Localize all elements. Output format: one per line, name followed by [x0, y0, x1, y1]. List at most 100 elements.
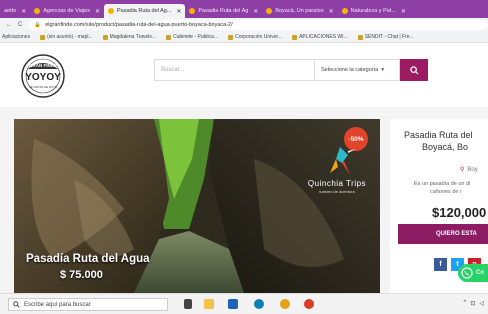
buy-button[interactable]: QUIERO ESTA — [398, 224, 488, 244]
taskbar-search-placeholder: Escribe aquí para buscar — [24, 301, 91, 308]
tab-label: aetto — [4, 8, 17, 14]
image-caption-title: Pasadía Ruta del Agua — [26, 253, 150, 265]
bookmark-item[interactable]: APLICACIONES WI... — [292, 34, 348, 40]
favicon-icon — [107, 8, 114, 14]
whatsapp-icon — [461, 267, 473, 279]
close-tab-icon[interactable]: ✕ — [253, 8, 258, 15]
task-view-icon[interactable] — [184, 299, 192, 309]
search-placeholder: Buscar... — [161, 67, 185, 73]
bookmark-item[interactable]: Cabinete - Publica... — [166, 34, 218, 40]
file-explorer-icon[interactable] — [204, 299, 214, 309]
close-tab-icon[interactable]: ✕ — [21, 8, 26, 15]
chevron-down-icon: ▾ — [381, 67, 384, 73]
tab-label: Naturaleza y Pat... — [350, 8, 396, 14]
product-location: ⚲ Boy — [460, 166, 478, 174]
search-icon — [409, 65, 419, 75]
whatsapp-button[interactable]: Co — [458, 264, 488, 282]
whatsapp-label: Co — [476, 270, 484, 276]
product-title-line2: Boyacá, Bo — [422, 142, 469, 152]
browser-tab[interactable]: Pasadia Ruta del Ag ✕ — [185, 4, 262, 18]
bookmark-icon — [228, 34, 234, 40]
product-image[interactable]: -50% Quinchia Trips turismo de aventura … — [14, 119, 380, 293]
tab-label: Agencias de Viajes — [43, 8, 90, 14]
system-tray: ^ ⊡ ◁ — [464, 300, 484, 307]
taskbar-search-input[interactable]: Escribe aquí para buscar — [8, 298, 168, 311]
browser-tab[interactable]: Naturaleza y Pat... ✕ — [338, 4, 410, 18]
url-text: elgranfinde.com/site/product/pasadia-rut… — [45, 22, 233, 28]
favicon-icon — [266, 8, 273, 14]
search-input[interactable]: Buscar... — [154, 59, 314, 81]
lock-icon: 🔒 — [34, 22, 42, 28]
search-icon — [13, 301, 20, 308]
reload-icon[interactable]: C — [18, 22, 22, 28]
brand-tagline: turismo de aventura — [319, 189, 355, 194]
chevron-up-icon[interactable]: ^ — [464, 300, 467, 307]
brand-watermark: Quinchia Trips turismo de aventura — [302, 139, 372, 197]
product-title: Pasadia Ruta del Boyacá, Bo — [404, 129, 488, 153]
browser-tab-active[interactable]: Pasadia Ruta del Ag... ✕ — [103, 4, 186, 18]
bookmark-item[interactable]: (sin asunto) - mapl... — [40, 34, 93, 40]
location-pin-icon: ⚲ — [460, 167, 465, 173]
hummingbird-icon — [330, 147, 356, 175]
edge-icon[interactable] — [254, 299, 264, 309]
website-viewport: GRAN FINDE YOYOY SÉ PARTE DE ESTO Buscar… — [0, 43, 488, 293]
tab-label: Pasadia Ruta del Ag — [198, 8, 249, 14]
bookmark-label: Corporación Univer... — [235, 34, 283, 40]
volume-icon[interactable]: ◁ — [479, 300, 484, 307]
browser-tab[interactable]: aetto ✕ — [0, 4, 30, 18]
bookmark-item[interactable]: Magdalena Travels... — [102, 34, 157, 40]
product-title-line1: Pasadia Ruta del — [404, 130, 473, 140]
brand-name: Quinchia Trips — [307, 179, 367, 188]
bookmark-icon — [292, 34, 298, 40]
category-label: Seleccione la categoría — [321, 67, 379, 73]
network-icon[interactable]: ⊡ — [470, 300, 475, 307]
logo-text-main: YOYOY — [25, 72, 61, 83]
close-tab-icon[interactable]: ✕ — [401, 8, 406, 15]
bookmark-label: Cabinete - Publica... — [173, 34, 219, 40]
product-description: Es un pasadía de un dí cañones de r — [414, 180, 488, 196]
search-bar: Buscar... Seleccione la categoría ▾ — [154, 59, 428, 81]
site-logo[interactable]: GRAN FINDE YOYOY SÉ PARTE DE ESTO — [18, 53, 68, 99]
category-select[interactable]: Seleccione la categoría ▾ — [314, 59, 400, 81]
search-button[interactable] — [400, 59, 428, 81]
description-line2: cañones de r — [430, 189, 462, 195]
favicon-icon — [341, 8, 348, 14]
mail-icon[interactable] — [228, 299, 238, 309]
close-tab-icon[interactable]: ✕ — [95, 8, 100, 15]
bookmark-label: (sin asunto) - mapl... — [47, 34, 93, 40]
bookmark-label: Magdalena Travels... — [109, 34, 157, 40]
browser-tabbar: aetto ✕ Agencias de Viajes ✕ Pasadia Ruta … — [0, 0, 488, 18]
bookmark-label: APLICACIONES WI... — [299, 34, 348, 40]
bookmark-label: Aplicaciones — [2, 34, 31, 40]
bookmarks-bar: Aplicaciones (sin asunto) - mapl... Magd… — [0, 32, 488, 43]
product-price: $120,000 — [432, 205, 487, 220]
browser-tab[interactable]: Boyacá, Un paraíso ✕ — [262, 4, 337, 18]
logo-text-top: GRAN FINDE — [29, 63, 57, 68]
bookmark-icon — [40, 34, 46, 40]
site-header: GRAN FINDE YOYOY SÉ PARTE DE ESTO Buscar… — [0, 43, 488, 107]
favicon-icon — [34, 8, 41, 14]
facebook-icon[interactable]: f — [434, 258, 447, 271]
tab-label: Boyacá, Un paraíso — [275, 8, 324, 14]
url-input[interactable]: 🔒 elgranfinde.com/site/product/pasadia-r… — [28, 20, 488, 30]
bookmark-icon — [166, 34, 172, 40]
tab-label: Pasadia Ruta del Ag... — [116, 8, 172, 14]
close-tab-icon[interactable]: ✕ — [176, 8, 181, 15]
chrome-icon[interactable] — [280, 299, 290, 309]
bookmark-icon — [357, 34, 363, 40]
app-icon[interactable] — [304, 299, 314, 309]
buy-button-label: QUIERO ESTA — [436, 231, 477, 237]
bookmark-item[interactable]: Aplicaciones — [2, 34, 30, 40]
image-caption-price: $ 75.000 — [60, 269, 103, 281]
browser-tab[interactable]: Agencias de Viajes ✕ — [30, 4, 104, 18]
favicon-icon — [189, 8, 196, 14]
bookmark-icon — [102, 34, 108, 40]
bookmark-label: SENDIT - Chat | Fre... — [364, 34, 414, 40]
address-bar-row: ← C 🔒 elgranfinde.com/site/product/pasad… — [0, 18, 488, 32]
bookmark-item[interactable]: Corporación Univer... — [228, 34, 282, 40]
close-tab-icon[interactable]: ✕ — [329, 8, 334, 15]
location-text: Boy — [467, 166, 478, 173]
logo-text-bottom: SÉ PARTE DE ESTO — [29, 84, 58, 89]
back-icon[interactable]: ← — [6, 22, 12, 28]
bookmark-item[interactable]: SENDIT - Chat | Fre... — [357, 34, 414, 40]
